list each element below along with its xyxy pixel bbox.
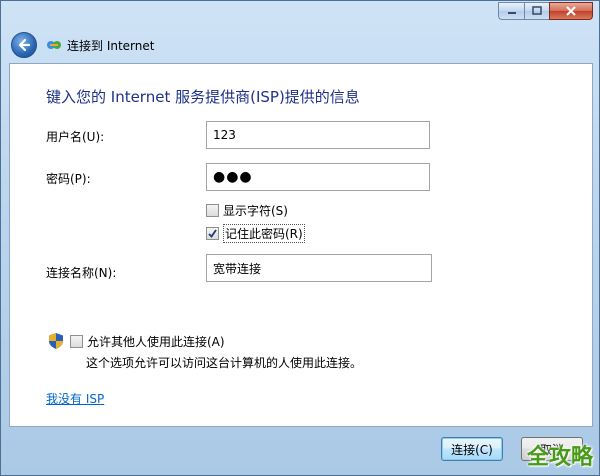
checkmark-icon [208, 229, 217, 238]
connection-name-value: 宽带连接 [213, 261, 262, 276]
no-isp-link[interactable]: 我没有 ISP [46, 390, 104, 407]
username-value: 123 [213, 128, 236, 142]
back-arrow-icon [18, 38, 31, 52]
connection-name-label: 连接名称(N): [46, 266, 117, 280]
footer-bar: 连接(C) 取消 [1, 429, 600, 476]
caption-buttons [498, 2, 593, 20]
password-label: 密码(P): [46, 172, 91, 186]
maximize-button[interactable] [524, 2, 549, 20]
allow-others-description: 这个选项允许可以访问这台计算机的人使用此连接。 [86, 356, 363, 370]
allow-others-label: 允许其他人使用此连接(A) [87, 334, 225, 349]
dialog-window: 连接到 Internet 键入您的 Internet 服务提供商(ISP)提供的… [0, 0, 600, 476]
header-bar: 连接到 Internet [9, 31, 593, 59]
remember-password-label: 记住此密码(R) [223, 224, 305, 243]
username-label: 用户名(U): [46, 130, 105, 144]
allow-others-row[interactable]: 允许其他人使用此连接(A) [48, 332, 225, 350]
content-panel: 键入您的 Internet 服务提供商(ISP)提供的信息 用户名(U): 12… [9, 63, 593, 427]
allow-others-checkbox[interactable] [70, 334, 83, 348]
username-field[interactable]: 123 [206, 121, 430, 149]
password-field[interactable]: ●●● [206, 163, 430, 191]
password-value: ●●● [213, 169, 253, 185]
remember-password-checkbox[interactable] [206, 227, 219, 240]
maximize-icon [532, 6, 542, 15]
show-characters-label: 显示字符(S) [223, 204, 288, 218]
close-icon [566, 6, 576, 16]
minimize-icon [507, 12, 516, 14]
header-title: 连接到 Internet [67, 38, 155, 53]
show-characters-checkbox[interactable] [206, 204, 219, 217]
watermark-text: 全攻略 [526, 445, 593, 470]
connection-name-field[interactable]: 宽带连接 [206, 254, 432, 282]
page-heading: 键入您的 Internet 服务提供商(ISP)提供的信息 [46, 88, 360, 106]
connect-button[interactable]: 连接(C) [441, 437, 503, 461]
back-button[interactable] [11, 32, 37, 58]
close-button[interactable] [549, 2, 593, 20]
uac-shield-icon [49, 333, 63, 349]
minimize-button[interactable] [498, 2, 524, 20]
remember-password-row[interactable]: 记住此密码(R) [206, 224, 305, 243]
network-connection-icon [45, 36, 63, 54]
show-characters-row[interactable]: 显示字符(S) [206, 202, 288, 219]
